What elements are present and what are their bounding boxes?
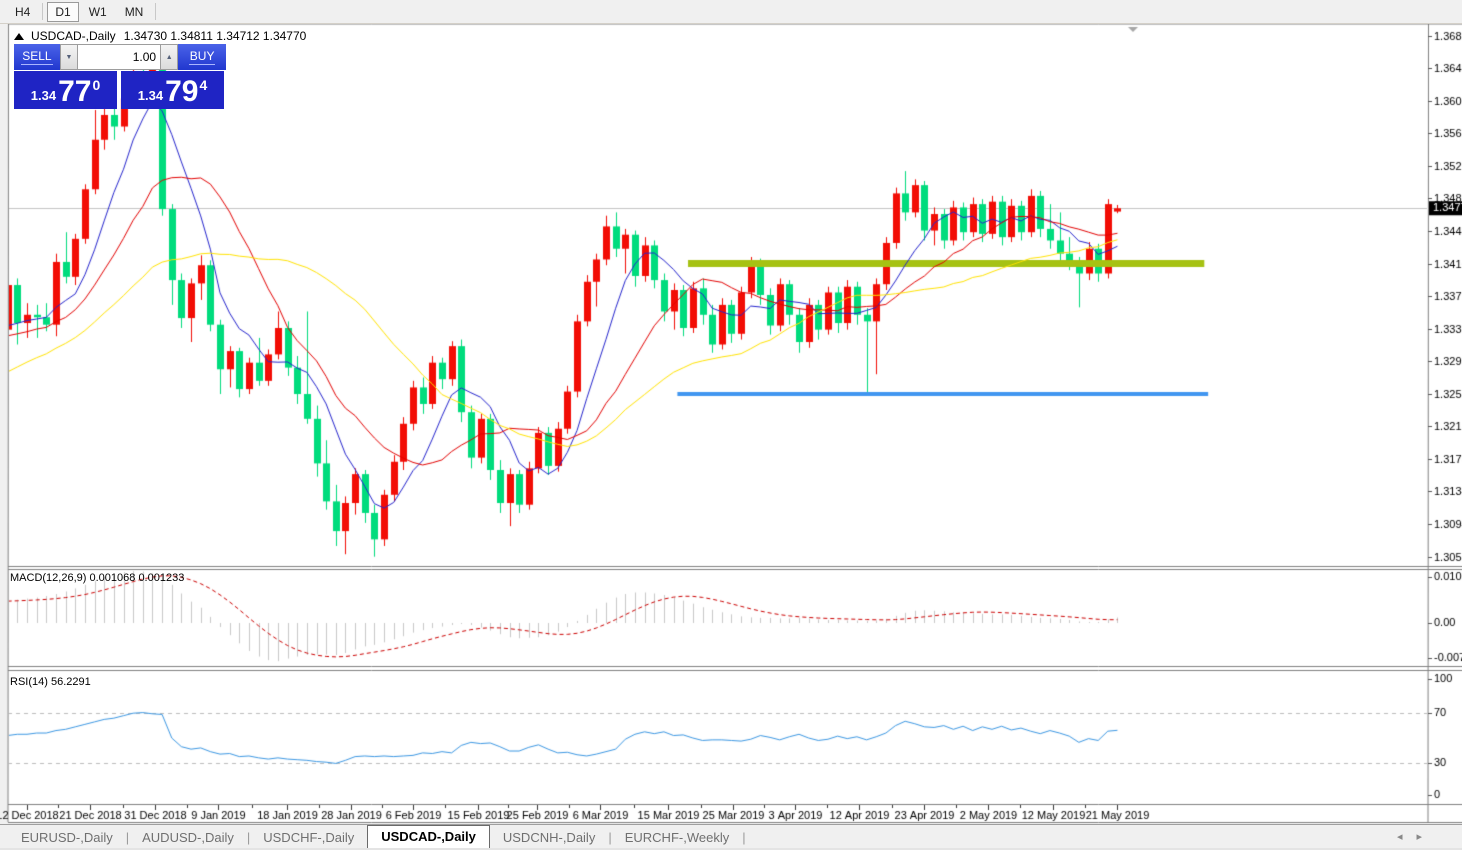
volume-input[interactable]: [78, 44, 160, 70]
volume-increase-button[interactable]: ▲: [160, 44, 178, 70]
volume-decrease-button[interactable]: ▼: [60, 44, 78, 70]
buy-price-sup: 4: [199, 77, 207, 93]
sell-price-button[interactable]: 1.34 77 0: [14, 71, 117, 109]
one-click-trade-panel: SELL ▼ ▲ BUY 1.34 77 0 1.34 79 4: [14, 44, 226, 109]
rsi-value: 56.2291: [51, 676, 91, 688]
tab-eurusd-daily[interactable]: EURUSD-,Daily: [8, 827, 126, 849]
tab-audusd-daily[interactable]: AUDUSD-,Daily: [129, 827, 247, 849]
rsi-indicator-label: RSI(14) 56.2291: [10, 676, 91, 688]
chart-title: USDCAD-,Daily 1.34730 1.34811 1.34712 1.3…: [14, 29, 306, 43]
toolbar-separator: [42, 3, 43, 20]
toolbar-separator: [155, 3, 156, 20]
buy-price-big: 79: [165, 77, 198, 107]
macd-main-value: 0.001068: [89, 572, 135, 584]
sell-price-frac: 1.34: [31, 88, 56, 103]
macd-indicator-label: MACD(12,26,9) 0.001068 0.001233: [10, 572, 184, 584]
sell-button[interactable]: SELL: [14, 44, 60, 70]
timeframe-button-mn[interactable]: MN: [117, 2, 152, 22]
chart-symbol-label: USDCAD-,Daily: [31, 29, 116, 43]
timeframe-button-w1[interactable]: W1: [81, 2, 115, 22]
chart-ohlc-values: 1.34730 1.34811 1.34712 1.34770: [124, 29, 307, 43]
buy-button[interactable]: BUY: [178, 44, 226, 70]
tab-scroll-arrows: ◂▸: [1397, 830, 1436, 843]
timeframe-toolbar: H4 D1W1MN: [0, 0, 1462, 24]
buy-price-frac: 1.34: [138, 88, 163, 103]
sell-price-sup: 0: [92, 77, 100, 93]
tab-separator: |: [742, 830, 745, 849]
tab-usdchf-daily[interactable]: USDCHF-,Daily: [250, 827, 367, 849]
collapse-triangle-icon[interactable]: [14, 33, 24, 40]
symbol-tab-bar: EURUSD-,Daily|AUDUSD-,Daily|USDCHF-,Dail…: [0, 824, 1462, 849]
tab-usdcnh-daily[interactable]: USDCNH-,Daily: [490, 827, 608, 849]
macd-signal-value: 0.001233: [138, 572, 184, 584]
buy-price-button[interactable]: 1.34 79 4: [121, 71, 224, 109]
chart-canvas[interactable]: [0, 0, 1462, 850]
app-window: H4 D1W1MN USDCAD-,Daily 1.34730 1.34811 1.…: [0, 0, 1462, 850]
tab-eurchf-weekly[interactable]: EURCHF-,Weekly: [612, 827, 743, 849]
tab-usdcad-daily[interactable]: USDCAD-,Daily: [367, 825, 490, 849]
timeframe-button-d1[interactable]: D1: [47, 2, 78, 22]
sell-price-big: 77: [58, 77, 91, 107]
timeframe-button-h4[interactable]: H4: [7, 2, 38, 22]
